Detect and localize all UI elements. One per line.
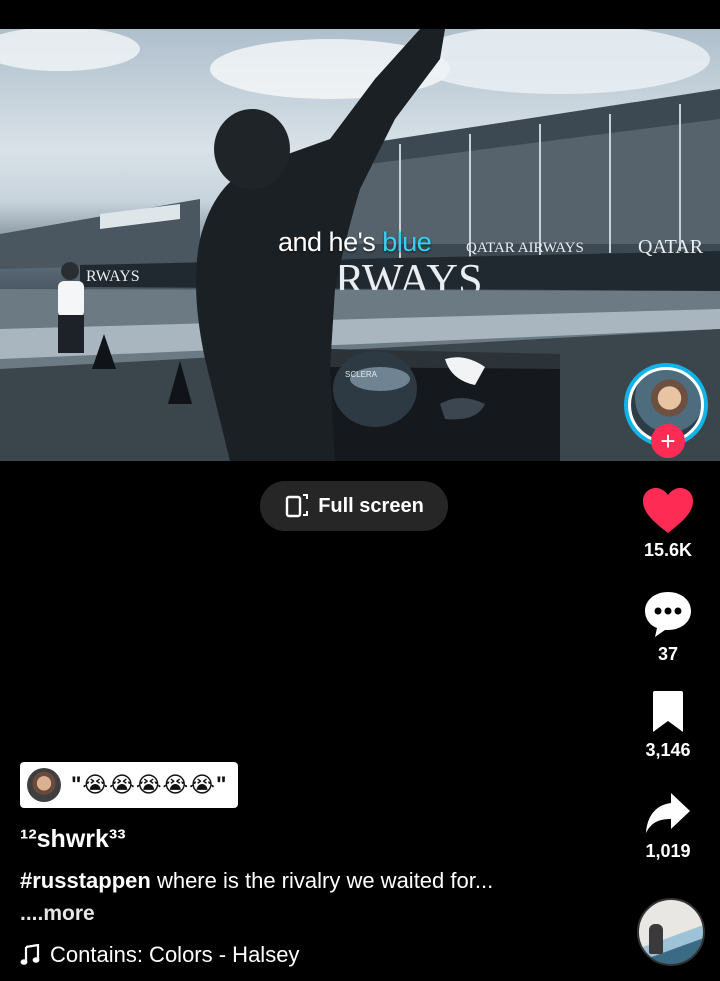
share-icon [646,793,690,833]
description-text: where is the rivalry we waited for... [150,868,494,893]
more-link[interactable]: ....more [20,902,95,926]
disc-artwork [649,924,663,954]
sound-link[interactable]: Contains: Colors - Halsey [20,942,299,968]
banner-text-small-2: QATAR [638,236,704,258]
sticker-text: "😭😭😭😭😭" [71,772,228,797]
like-button[interactable]: 15.6K [624,488,712,561]
bookmark-icon [653,691,683,732]
video-caption: and he's blue [278,227,432,258]
post-description: #russtappen where is the rivalry we wait… [20,868,493,894]
save-button[interactable]: 3,146 [624,690,712,761]
hashtag-link[interactable]: #russtappen [20,868,151,893]
banner-text-left: RWAYS [86,268,140,285]
sound-label: Contains: Colors - Halsey [50,942,300,967]
fullscreen-button[interactable]: Full screen [260,481,448,531]
username[interactable]: ¹²shwrk³³ [20,825,126,854]
music-note-icon [20,944,40,965]
caption-text: and he's [278,227,383,257]
share-count: 1,019 [645,841,691,861]
share-button[interactable]: 1,019 [624,791,712,862]
save-count: 3,146 [645,740,691,760]
like-count: 15.6K [643,540,693,560]
music-disc[interactable] [637,898,705,966]
sticker-avatar [27,768,61,802]
heart-icon [643,488,693,533]
fullscreen-label: Full screen [318,494,424,517]
comment-sticker[interactable]: "😭😭😭😭😭" [20,762,238,808]
fullscreen-icon [285,494,309,518]
video-player[interactable]: RWAYS QATAR AIRWAYS QATAR RWAYS SCLERA a… [0,29,720,461]
comment-button[interactable]: 37 [624,590,712,665]
caption-highlight: blue [382,227,432,257]
follow-button[interactable]: + [651,424,685,458]
helmet-text: SCLERA [345,370,378,379]
comment-icon [645,592,691,637]
comment-count: 37 [657,644,679,664]
banner-text-small: QATAR AIRWAYS [466,240,584,256]
